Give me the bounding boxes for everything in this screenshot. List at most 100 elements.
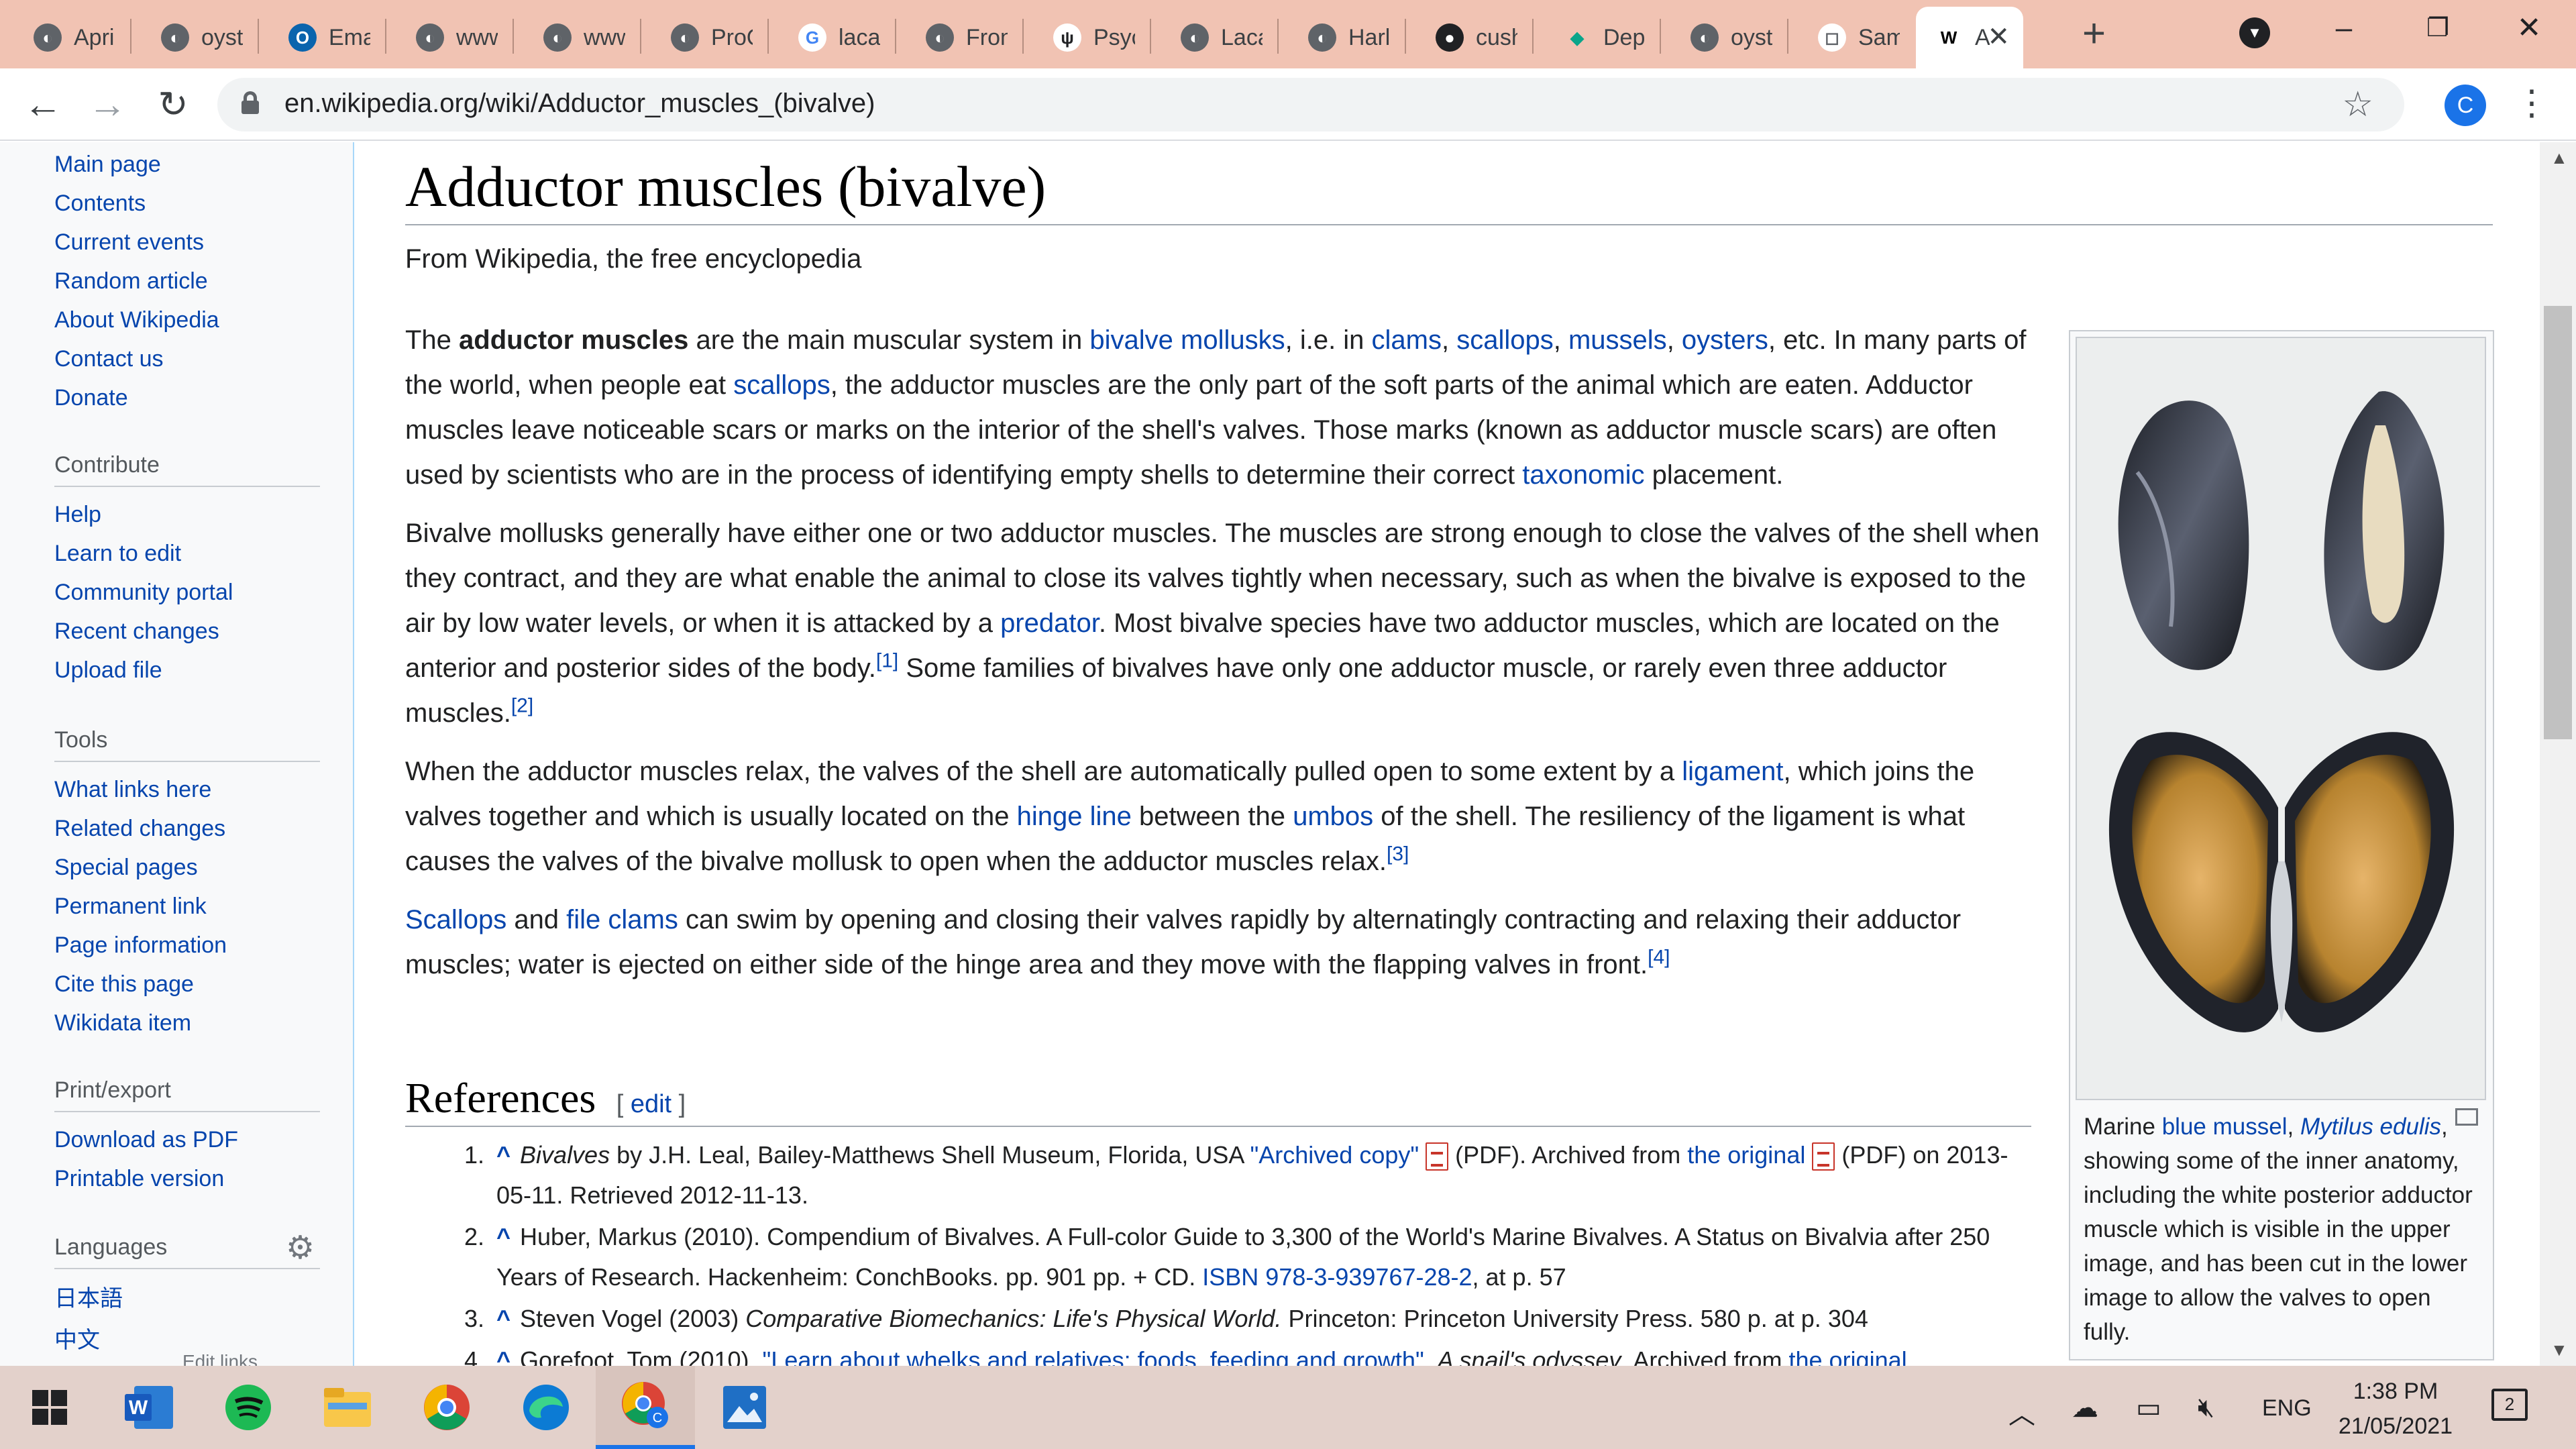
inline-link[interactable]: blue mussel	[2162, 1114, 2288, 1140]
inline-link[interactable]: the original	[1687, 1141, 1805, 1169]
language-link[interactable]: 日本語	[54, 1280, 123, 1313]
mussel-image[interactable]	[2076, 337, 2486, 1100]
edit-link[interactable]: edit	[631, 1090, 672, 1118]
edge-icon[interactable]	[496, 1366, 596, 1449]
inline-link[interactable]: mussels	[1568, 325, 1667, 355]
sidebar-item-printable-version[interactable]: Printable version	[54, 1166, 224, 1192]
bookmark-star-icon[interactable]: ☆	[2342, 85, 2373, 125]
browser-menu-icon[interactable]: ⋮	[2514, 83, 2549, 123]
browser-tab[interactable]: ◆ Dep	[1534, 7, 1661, 68]
sidebar-item-wikidata-item[interactable]: Wikidata item	[54, 1010, 191, 1036]
sidebar-item-what-links-here[interactable]: What links here	[54, 777, 211, 803]
enlarge-icon[interactable]	[2455, 1108, 2478, 1126]
inline-link[interactable]: Mytilus edulis	[2300, 1114, 2441, 1140]
new-tab-button[interactable]: +	[2082, 12, 2106, 55]
lock-icon[interactable]	[241, 91, 259, 115]
inline-link[interactable]: umbos	[1293, 802, 1373, 831]
sidebar-item-contact-us[interactable]: Contact us	[54, 346, 164, 372]
tab-search-button[interactable]: ▼	[2239, 17, 2270, 48]
browser-tab[interactable]: O Email	[259, 7, 386, 68]
inline-link[interactable]: 978-3-939767-28-2	[1265, 1263, 1472, 1291]
citation-link[interactable]: [3]	[1387, 843, 1409, 865]
backlink-caret[interactable]: ^	[496, 1223, 511, 1250]
sidebar-item-learn-to-edit[interactable]: Learn to edit	[54, 541, 181, 567]
language-indicator[interactable]: ENG	[2262, 1395, 2312, 1421]
scroll-down-arrow-icon[interactable]: ▼	[2551, 1340, 2568, 1360]
sidebar-item-random-article[interactable]: Random article	[54, 268, 208, 294]
chrome-profile-icon[interactable]: C	[596, 1366, 695, 1449]
close-window-button[interactable]: ✕	[2502, 7, 2556, 50]
notification-center-icon[interactable]: 2	[2491, 1389, 2528, 1421]
sidebar-item-related-changes[interactable]: Related changes	[54, 816, 225, 842]
inline-link[interactable]: the original	[1789, 1346, 1907, 1366]
edit-links-link[interactable]: Edit links	[182, 1351, 258, 1366]
browser-tab[interactable]: ψ Psych	[1024, 7, 1151, 68]
backlink-caret[interactable]: ^	[496, 1346, 511, 1366]
show-hidden-icons-icon[interactable]: ︿	[2008, 1393, 2035, 1432]
inline-link[interactable]: oysters	[1682, 325, 1768, 355]
citation-link[interactable]: [1]	[876, 650, 898, 672]
profile-avatar[interactable]: C	[2445, 85, 2486, 126]
browser-tab[interactable]: ◻ Sam	[1788, 7, 1916, 68]
inline-link[interactable]: hinge line	[1017, 802, 1132, 831]
forward-button[interactable]: →	[83, 80, 131, 129]
sidebar-item-contents[interactable]: Contents	[54, 191, 146, 217]
sidebar-item-community-portal[interactable]: Community portal	[54, 580, 233, 606]
inline-link[interactable]: predator	[1000, 608, 1099, 638]
browser-tab[interactable]: ◐ April	[4, 7, 131, 68]
browser-tab[interactable]: ◐ ProQuest	[641, 7, 769, 68]
word-icon[interactable]: W	[99, 1366, 199, 1449]
sidebar-item-cite-this-page[interactable]: Cite this page	[54, 971, 194, 998]
close-tab-icon[interactable]: ✕	[1987, 21, 2010, 52]
inline-link[interactable]: bivalve mollusks	[1089, 325, 1285, 355]
clock[interactable]: 1:38 PM 21/05/2021	[2312, 1374, 2479, 1444]
restore-button[interactable]: ❐	[2411, 7, 2465, 50]
sidebar-item-donate[interactable]: Donate	[54, 385, 128, 411]
sidebar-item-about-wikipedia[interactable]: About Wikipedia	[54, 307, 219, 333]
sidebar-item-special-pages[interactable]: Special pages	[54, 855, 198, 881]
address-bar[interactable]: en.wikipedia.org/wiki/Adductor_muscles_(…	[217, 78, 2404, 131]
gear-icon[interactable]: ⚙	[286, 1229, 315, 1267]
backlink-caret[interactable]: ^	[496, 1305, 511, 1332]
browser-tab[interactable]: ● cush	[1406, 7, 1534, 68]
sidebar-item-permanent-link[interactable]: Permanent link	[54, 894, 207, 920]
browser-tab[interactable]: ◐ Harl	[1279, 7, 1406, 68]
scroll-up-arrow-icon[interactable]: ▲	[2551, 148, 2568, 168]
volume-muted-icon[interactable]: 🔇︎	[2198, 1393, 2214, 1423]
citation-link[interactable]: [4]	[1648, 947, 1670, 969]
sidebar-item-recent-changes[interactable]: Recent changes	[54, 619, 219, 645]
scroll-thumb[interactable]	[2544, 306, 2572, 739]
language-link[interactable]: 中文	[54, 1322, 100, 1354]
browser-tab[interactable]: Glacan	[769, 7, 896, 68]
inline-link[interactable]: taxonomic	[1522, 460, 1644, 490]
battery-icon[interactable]: ▭	[2136, 1393, 2161, 1424]
windows-start-icon[interactable]	[0, 1366, 99, 1449]
inline-link[interactable]: scallops	[1456, 325, 1554, 355]
inline-link[interactable]: "Learn about whelks and relatives: foods…	[763, 1346, 1424, 1366]
sidebar-item-page-information[interactable]: Page information	[54, 932, 227, 959]
inline-link[interactable]: Scallops	[405, 905, 506, 934]
page-scrollbar[interactable]: ▲ ▼	[2540, 142, 2576, 1366]
backlink-caret[interactable]: ^	[496, 1141, 511, 1169]
browser-tab[interactable]: ◐ www	[514, 7, 641, 68]
browser-tab[interactable]: ◐ oyst	[1661, 7, 1788, 68]
inline-link[interactable]: ISBN	[1202, 1263, 1258, 1291]
sidebar-item-current-events[interactable]: Current events	[54, 229, 204, 256]
browser-tab[interactable]: ◐ www	[386, 7, 514, 68]
sidebar-item-main-page[interactable]: Main page	[54, 152, 161, 178]
spotify-icon[interactable]	[199, 1366, 298, 1449]
reload-button[interactable]: ↻	[149, 80, 197, 129]
inline-link[interactable]: scallops	[733, 370, 830, 400]
active-tab[interactable]: W A ✕	[1916, 7, 2023, 68]
sidebar-item-upload-file[interactable]: Upload file	[54, 657, 162, 684]
back-button[interactable]: ←	[19, 80, 67, 129]
inline-link[interactable]: file clams	[566, 905, 678, 934]
url-text[interactable]: en.wikipedia.org/wiki/Adductor_muscles_(…	[284, 89, 875, 119]
inline-link[interactable]: "Archived copy"	[1250, 1141, 1419, 1169]
browser-tab[interactable]: ◐ oysters	[131, 7, 259, 68]
photos-icon[interactable]	[695, 1366, 794, 1449]
inline-link[interactable]: clams	[1372, 325, 1442, 355]
browser-tab[interactable]: ◐ Frontiers	[896, 7, 1024, 68]
citation-link[interactable]: [2]	[511, 695, 533, 717]
chrome-icon[interactable]	[397, 1366, 496, 1449]
